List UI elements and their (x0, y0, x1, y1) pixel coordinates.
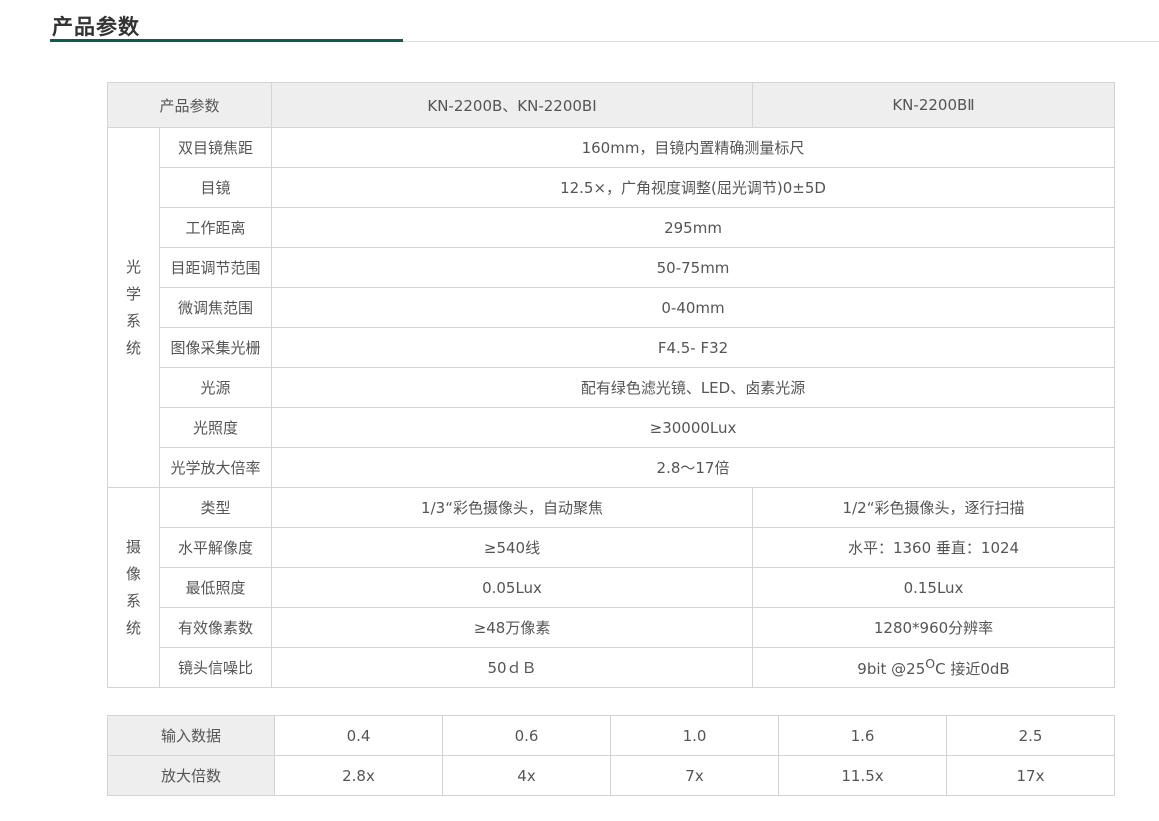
row-value: 12.5×，广角视度调整(屈光调节)0±5D (271, 167, 1116, 208)
table-row: 光 学 系 统 双目镜焦距 160mm，目镜内置精确测量标尺 (107, 127, 1116, 488)
table-row: 水平解像度 ≥540线 水平：1360 垂直：1024 (108, 527, 1116, 568)
row-value: 295mm (271, 207, 1116, 248)
row-value-b: 1/2“彩色摄像头，逐行扫描 (752, 487, 1116, 528)
params-header-model-b: KN-2200BⅡ (752, 82, 1116, 128)
row-value-a: 0.05Lux (271, 567, 754, 608)
row-label: 目距调节范围 (158, 247, 273, 288)
table-row: 镜头信噪比 50ｄＢ 9bit @25OC 接近0dB (108, 647, 1116, 688)
table-row: 光学放大倍率 2.8～17倍 (108, 447, 1116, 488)
section-title: 产品参数 (52, 15, 140, 39)
row-label: 光学放大倍率 (158, 447, 273, 488)
table-row: 光照度 ≥30000Lux (108, 407, 1116, 448)
row-value-a: 50ｄＢ (271, 647, 754, 688)
row-value: 50-75mm (271, 247, 1116, 288)
row-value: 160mm，目镜内置精确测量标尺 (271, 127, 1116, 168)
table-row: 图像采集光栅 F4.5- F32 (108, 327, 1116, 368)
table-row: 工作距离 295mm (108, 207, 1116, 248)
row-value-a: ≥48万像素 (271, 607, 754, 648)
row-value-b: 0.15Lux (752, 567, 1116, 608)
table-row: 目镜 12.5×，广角视度调整(屈光调节)0±5D (108, 167, 1116, 208)
row-value: ≥30000Lux (271, 407, 1116, 448)
table-row: 光源 配有绿色滤光镜、LED、卤素光源 (108, 367, 1116, 408)
row-label: 光源 (158, 367, 273, 408)
snr-value-prefix: 9bit @25 (857, 660, 926, 678)
camera-system-group: 摄 像 系 统 (107, 487, 160, 688)
input-data-label: 输入数据 (107, 715, 275, 756)
row-value-a: ≥540线 (271, 527, 754, 568)
row-value: 2.8～17倍 (271, 447, 1116, 488)
magnification-value: 7x (610, 755, 779, 796)
row-label: 微调焦范围 (158, 287, 273, 328)
snr-value-suffix: C 接近0dB (935, 660, 1010, 678)
product-params-table: 产品参数 KN-2200B、KN-2200BⅠ KN-2200BⅡ 光 学 系 … (106, 82, 1116, 688)
table-row: 最低照度 0.05Lux 0.15Lux (108, 567, 1116, 608)
row-label: 水平解像度 (158, 527, 273, 568)
magnification-value: 4x (442, 755, 611, 796)
row-value: F4.5- F32 (271, 327, 1116, 368)
row-value-b: 9bit @25OC 接近0dB (752, 647, 1116, 688)
magnification-value: 11.5x (778, 755, 947, 796)
magnification-value: 17x (946, 755, 1115, 796)
row-label: 光照度 (158, 407, 273, 448)
row-value: 0-40mm (271, 287, 1116, 328)
row-label: 图像采集光栅 (158, 327, 273, 368)
magnification-label: 放大倍数 (107, 755, 275, 796)
table-row: 摄 像 系 统 类型 1/3“彩色摄像头，自动聚焦 1/2“彩色摄像头，逐行扫描 (107, 487, 1116, 688)
params-header-label: 产品参数 (106, 82, 273, 128)
title-accent-bar (50, 39, 403, 42)
row-value-b: 水平：1360 垂直：1024 (752, 527, 1116, 568)
table-row: 有效像素数 ≥48万像素 1280*960分辨率 (108, 607, 1116, 648)
table-row: 目距调节范围 50-75mm (108, 247, 1116, 288)
optical-system-group: 光 学 系 统 (107, 127, 160, 488)
row-label: 有效像素数 (158, 607, 273, 648)
input-row: 输入数据 0.4 0.6 1.0 1.6 2.5 (107, 715, 1115, 756)
input-value: 1.0 (610, 715, 779, 756)
degree-mark: O (925, 656, 936, 671)
params-header-row: 产品参数 KN-2200B、KN-2200BⅠ KN-2200BⅡ (106, 82, 1116, 128)
row-value-b: 1280*960分辨率 (752, 607, 1116, 648)
row-label: 双目镜焦距 (158, 127, 273, 168)
row-label: 工作距离 (158, 207, 273, 248)
row-value-a: 1/3“彩色摄像头，自动聚焦 (271, 487, 754, 528)
magnification-value: 2.8x (274, 755, 443, 796)
row-label: 最低照度 (158, 567, 273, 608)
input-value: 0.4 (274, 715, 443, 756)
row-label: 镜头信噪比 (158, 647, 273, 688)
table-row: 微调焦范围 0-40mm (108, 287, 1116, 328)
params-header-model-a: KN-2200B、KN-2200BⅠ (271, 82, 754, 128)
magnification-table: 输入数据 0.4 0.6 1.0 1.6 2.5 放大倍数 2.8x 4x 7x… (107, 715, 1115, 796)
row-label: 类型 (158, 487, 273, 528)
input-value: 2.5 (946, 715, 1115, 756)
input-value: 0.6 (442, 715, 611, 756)
row-label: 目镜 (158, 167, 273, 208)
row-value: 配有绿色滤光镜、LED、卤素光源 (271, 367, 1116, 408)
input-value: 1.6 (778, 715, 947, 756)
output-row: 放大倍数 2.8x 4x 7x 11.5x 17x (107, 755, 1115, 796)
